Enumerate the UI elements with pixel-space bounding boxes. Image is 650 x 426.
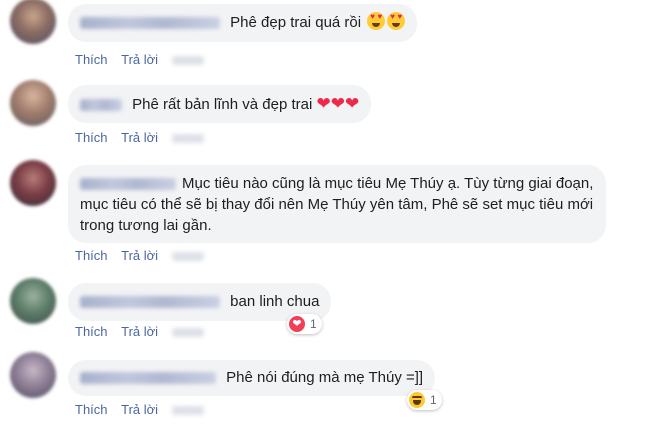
- like-link[interactable]: Thích: [75, 324, 108, 339]
- avatar[interactable]: [10, 278, 56, 324]
- reaction-summary[interactable]: 1: [407, 390, 442, 410]
- reaction-summary[interactable]: ❤ 1: [287, 314, 322, 334]
- reply-link[interactable]: Trả lời: [121, 248, 158, 263]
- comment-text: Phê đẹp trai quá rồi: [230, 14, 362, 31]
- comment-actions: Thích Trả lời: [75, 324, 214, 339]
- red-heart-emoji-icon: ❤❤❤: [316, 94, 360, 113]
- timestamp[interactable]: [171, 134, 204, 144]
- comment-text: ban linh chua: [230, 293, 320, 310]
- like-link[interactable]: Thích: [75, 52, 108, 67]
- reaction-count: 1: [310, 317, 317, 331]
- reply-link[interactable]: Trả lời: [121, 402, 158, 417]
- comment-actions: Thích Trả lời: [75, 130, 214, 145]
- commenter-name[interactable]: [80, 296, 220, 309]
- comment-actions: Thích Trả lời: [75, 248, 214, 263]
- commenter-name[interactable]: [80, 17, 220, 30]
- reply-link[interactable]: Trả lời: [121, 324, 158, 339]
- comment-actions: Thích Trả lời: [75, 52, 214, 67]
- commenter-name[interactable]: [80, 99, 122, 112]
- like-link[interactable]: Thích: [75, 248, 108, 263]
- reply-link[interactable]: Trả lời: [121, 52, 158, 67]
- timestamp[interactable]: [171, 328, 204, 338]
- comment-text: Phê rất bản lĩnh và đẹp trai: [132, 96, 313, 113]
- reply-link[interactable]: Trả lời: [121, 130, 158, 145]
- like-link[interactable]: Thích: [75, 402, 108, 417]
- comment-actions: Thích Trả lời: [75, 402, 214, 417]
- avatar[interactable]: [10, 0, 56, 44]
- timestamp[interactable]: [171, 56, 204, 66]
- comment-bubble: Phê đẹp trai quá rồi: [68, 4, 418, 42]
- avatar[interactable]: [10, 352, 56, 398]
- haha-reaction-icon: [409, 392, 425, 408]
- comment-bubble: Phê nói đúng mà mẹ Thúy =]]: [68, 360, 436, 396]
- comment-text: Phê nói đúng mà mẹ Thúy =]]: [226, 369, 424, 386]
- reaction-count: 1: [430, 393, 437, 407]
- timestamp[interactable]: [171, 252, 204, 262]
- avatar[interactable]: [10, 80, 56, 126]
- commenter-name[interactable]: [80, 372, 216, 385]
- comment-bubble: Phê rất bản lĩnh và đẹp trai ❤❤❤: [68, 85, 372, 123]
- love-reaction-icon: ❤: [289, 316, 305, 332]
- commenter-name[interactable]: [80, 178, 176, 191]
- avatar[interactable]: [10, 160, 56, 206]
- heart-eyes-emoji-icon: [365, 12, 406, 31]
- comment-bubble: Mục tiêu nào cũng là mục tiêu Mẹ Thúy ạ.…: [68, 165, 606, 243]
- timestamp[interactable]: [171, 406, 204, 416]
- like-link[interactable]: Thích: [75, 130, 108, 145]
